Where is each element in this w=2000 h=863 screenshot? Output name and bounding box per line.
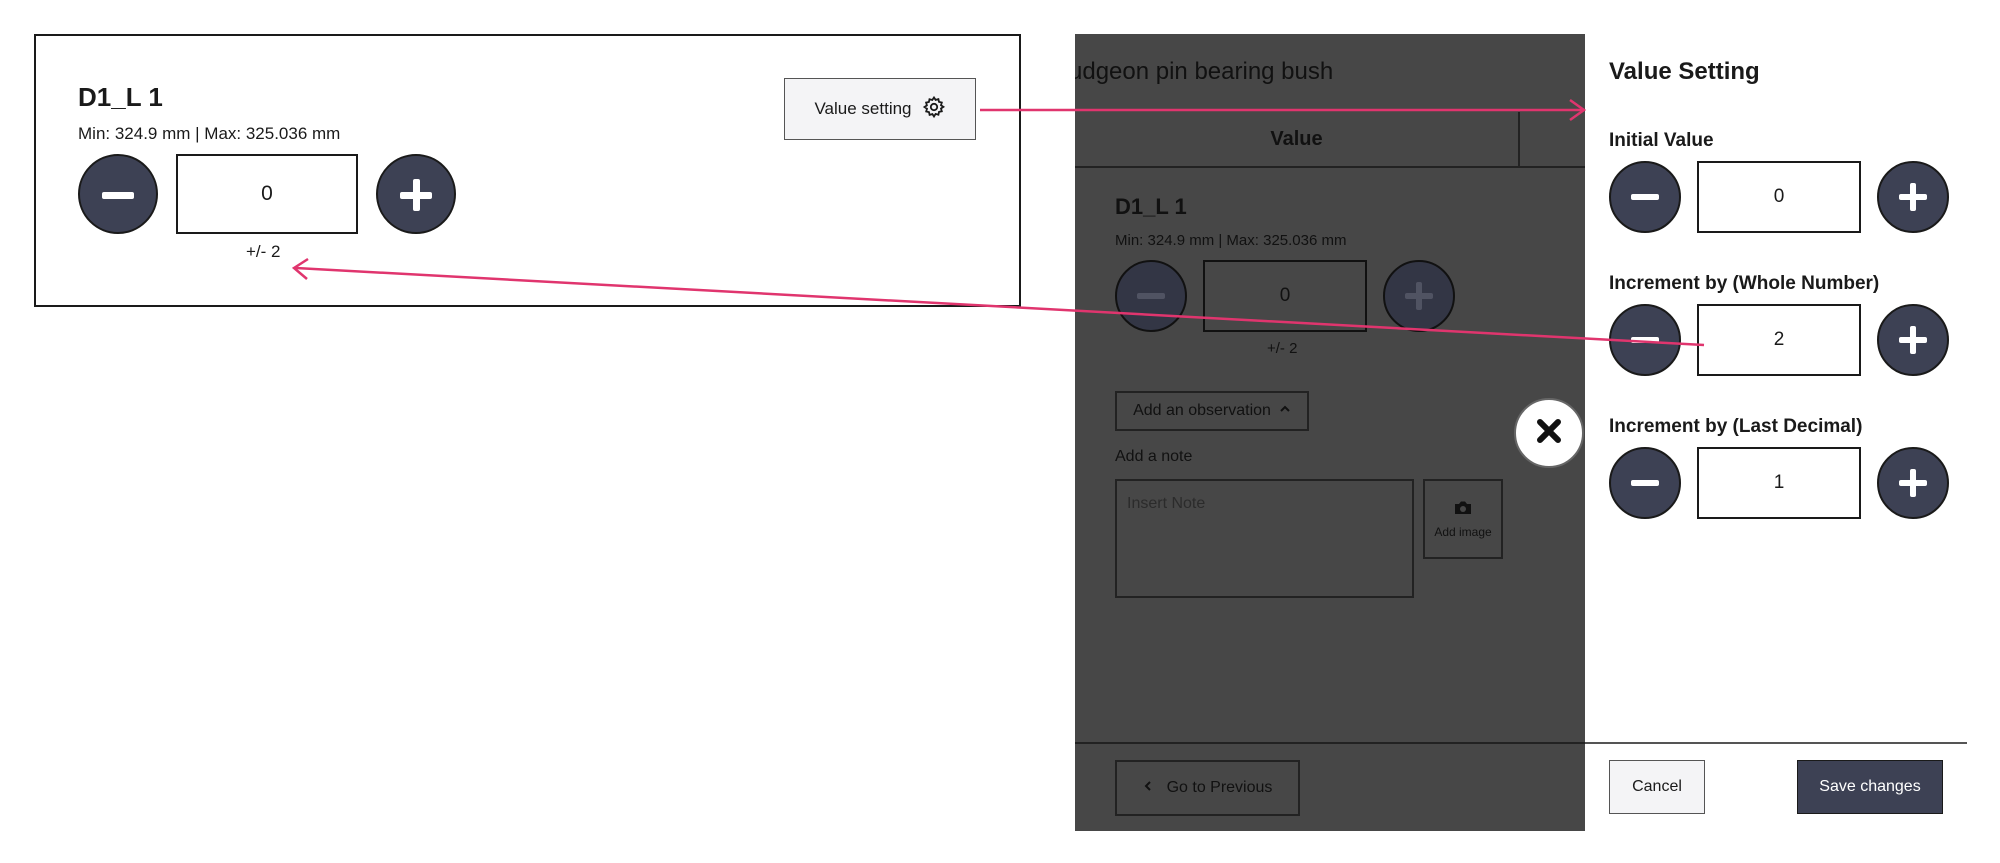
- add-image-label: Add image: [1434, 524, 1492, 539]
- chevron-up-icon: [1279, 402, 1291, 420]
- initial-increment-button[interactable]: [1877, 161, 1949, 233]
- value-setting-title: Value Setting: [1609, 58, 1760, 85]
- close-icon: [1534, 416, 1564, 451]
- panel-title: udgeon pin bearing bush: [1075, 58, 1334, 85]
- chevron-left-icon: [1143, 779, 1153, 797]
- measurement-range: Min: 324.9 mm | Max: 325.036 mm: [78, 124, 341, 143]
- item-increment-button[interactable]: [1383, 260, 1455, 332]
- close-button[interactable]: [1514, 398, 1584, 468]
- measurement-card: D1_L 1 Min: 324.9 mm | Max: 325.036 mm V…: [34, 34, 1021, 307]
- tab-bar: Value: [1075, 112, 1585, 168]
- decrement-button[interactable]: [78, 154, 158, 234]
- settings-footer-divider: [1585, 742, 1967, 744]
- item-title: D1_L 1: [1115, 194, 1187, 219]
- go-to-previous-button[interactable]: Go to Previous: [1115, 760, 1300, 816]
- gear-icon: [922, 95, 946, 124]
- item-decrement-button[interactable]: [1115, 260, 1187, 332]
- whole-increment-field[interactable]: 2: [1697, 304, 1861, 376]
- initial-value-field[interactable]: 0: [1697, 161, 1861, 233]
- dimmed-inspection-panel: udgeon pin bearing bush Value D1_L 1 Min…: [1075, 34, 1585, 831]
- item-tolerance: +/- 2: [1267, 340, 1298, 357]
- measurement-value-field[interactable]: 0: [176, 154, 358, 234]
- decimal-increment-field[interactable]: 1: [1697, 447, 1861, 519]
- go-to-previous-label: Go to Previous: [1166, 779, 1273, 796]
- increment-button[interactable]: [376, 154, 456, 234]
- cancel-button[interactable]: Cancel: [1609, 760, 1705, 814]
- whole-increment-label: Increment by (Whole Number): [1609, 273, 1880, 294]
- add-observation-label: Add an observation: [1133, 402, 1271, 419]
- item-range: Min: 324.9 mm | Max: 325.036 mm: [1115, 232, 1347, 249]
- tab-value[interactable]: Value: [1075, 112, 1520, 166]
- whole-increment-button[interactable]: [1877, 304, 1949, 376]
- value-setting-label: Value setting: [814, 99, 912, 118]
- note-textarea[interactable]: Insert Note: [1115, 479, 1414, 598]
- footer-divider: [1075, 742, 1585, 744]
- decimal-increment-label: Increment by (Last Decimal): [1609, 416, 1863, 437]
- save-changes-button[interactable]: Save changes: [1797, 760, 1943, 814]
- initial-value-label: Initial Value: [1609, 130, 1714, 151]
- decimal-increment-button[interactable]: [1877, 447, 1949, 519]
- initial-decrement-button[interactable]: [1609, 161, 1681, 233]
- add-note-label: Add a note: [1115, 448, 1193, 465]
- add-observation-button[interactable]: Add an observation: [1115, 391, 1309, 431]
- measurement-title: D1_L 1: [78, 82, 163, 112]
- item-value-field[interactable]: 0: [1203, 260, 1367, 332]
- decimal-decrement-button[interactable]: [1609, 447, 1681, 519]
- tolerance-label: +/- 2: [246, 242, 281, 261]
- value-setting-button[interactable]: Value setting: [784, 78, 976, 140]
- whole-decrement-button[interactable]: [1609, 304, 1681, 376]
- add-image-button[interactable]: Add image: [1423, 479, 1503, 559]
- camera-icon: [1453, 500, 1473, 519]
